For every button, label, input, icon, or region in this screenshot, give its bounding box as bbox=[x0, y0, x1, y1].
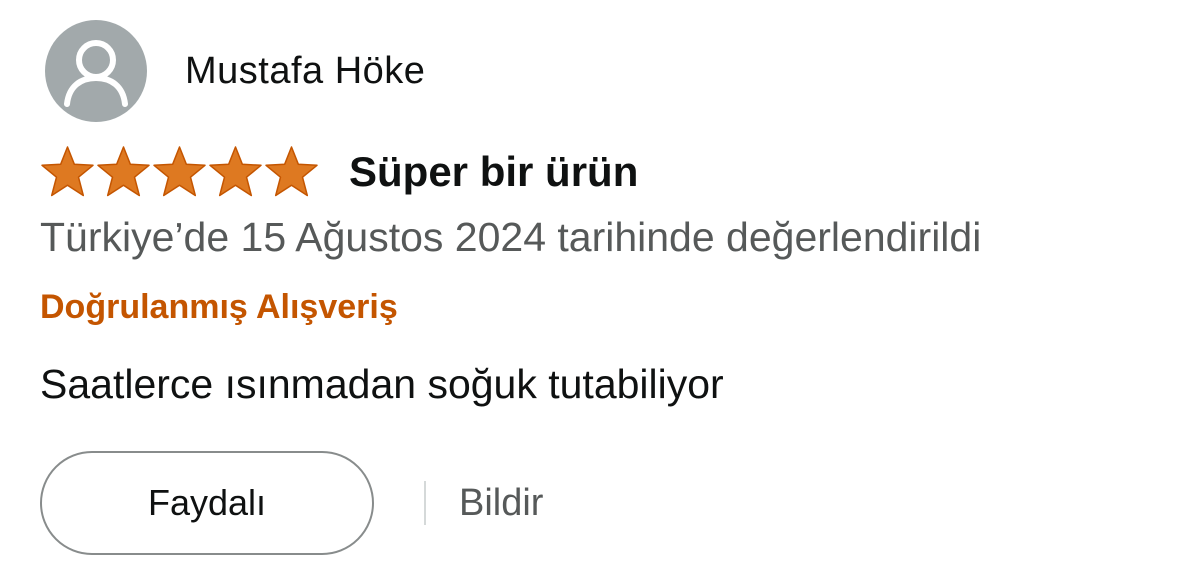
avatar[interactable] bbox=[45, 20, 147, 122]
star-icon bbox=[208, 146, 263, 198]
reviewer-name[interactable]: Mustafa Höke bbox=[185, 50, 425, 93]
reviewer-profile[interactable]: Mustafa Höke bbox=[45, 20, 425, 122]
rating-row: Süper bir ürün bbox=[40, 143, 638, 201]
verified-purchase-badge[interactable]: Doğrulanmış Alışveriş bbox=[40, 288, 398, 327]
helpful-button[interactable]: Faydalı bbox=[40, 451, 374, 555]
review-actions: Faydalı Bildir bbox=[40, 451, 543, 555]
customer-review: Mustafa Höke Süper bir ürün Türkiye’de 1… bbox=[0, 0, 1200, 566]
star-rating[interactable] bbox=[40, 146, 319, 198]
review-date: Türkiye’de 15 Ağustos 2024 tarihinde değ… bbox=[40, 214, 982, 260]
review-title[interactable]: Süper bir ürün bbox=[349, 148, 638, 196]
review-body: Saatlerce ısınmadan soğuk tutabiliyor bbox=[40, 361, 724, 407]
star-icon bbox=[264, 146, 319, 198]
star-icon bbox=[152, 146, 207, 198]
action-divider bbox=[424, 481, 426, 525]
user-silhouette-icon bbox=[64, 40, 128, 107]
report-link[interactable]: Bildir bbox=[459, 482, 543, 525]
star-icon bbox=[40, 146, 95, 198]
star-icon bbox=[96, 146, 151, 198]
